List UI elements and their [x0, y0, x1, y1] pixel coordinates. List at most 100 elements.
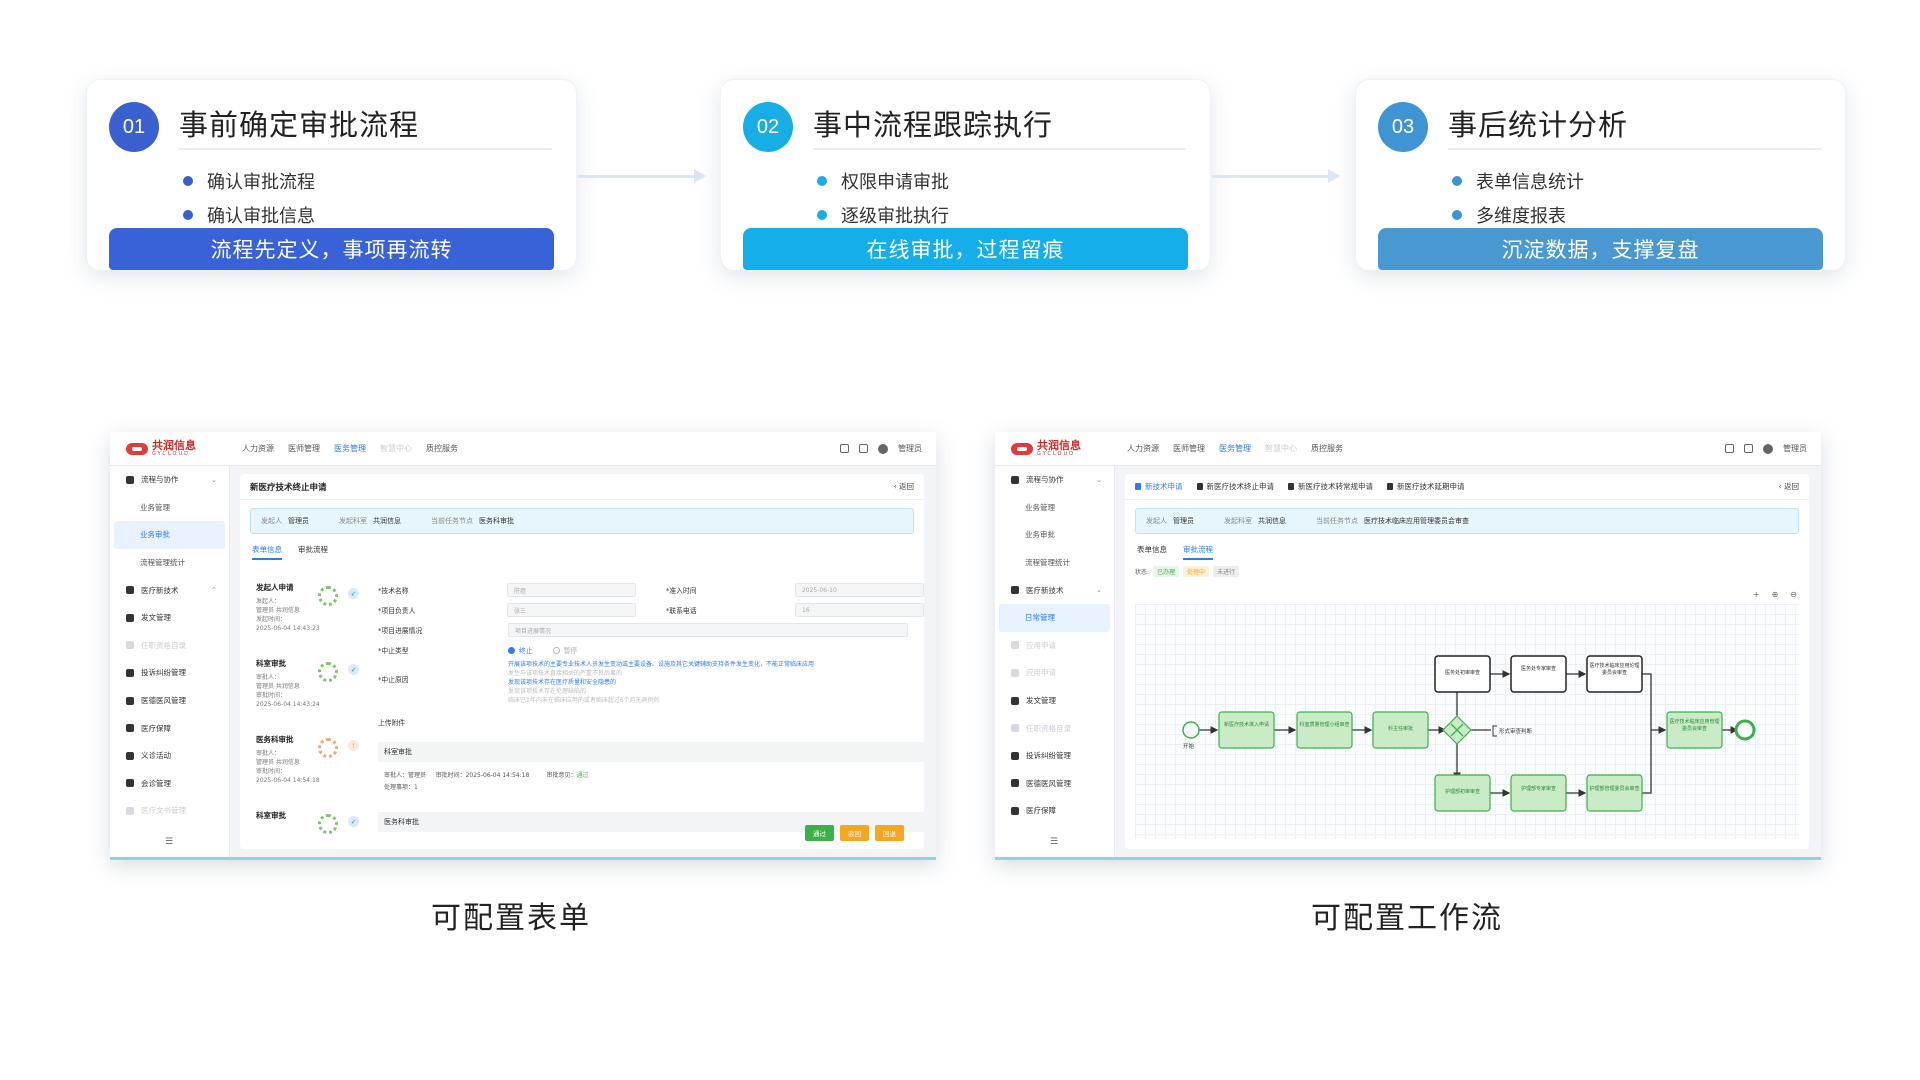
flow-node[interactable]: 新医疗技术准入申请 — [1221, 722, 1272, 729]
zoom-out-icon[interactable]: ⊖ — [1790, 590, 1797, 599]
nav-tab-smart[interactable]: 智慧中心 — [1265, 443, 1297, 454]
nav-tab-qc[interactable]: 质控服务 — [1311, 443, 1343, 454]
tab-terminate[interactable]: 新医疗技术终止申请 — [1196, 481, 1274, 492]
tab-extend[interactable]: 新医疗技术延期申请 — [1387, 481, 1465, 492]
sidebar-item[interactable]: 日常管理 — [999, 603, 1110, 632]
progress-field[interactable]: 项目进展情况 — [508, 623, 908, 637]
collapse-icon[interactable]: ☰ — [1050, 837, 1058, 847]
sidebar-item[interactable]: 投诉纠纷管理 — [995, 742, 1114, 770]
menu-icon — [1011, 668, 1019, 677]
tab-approval-flow[interactable]: 审批流程 — [1183, 544, 1213, 560]
sidebar-item[interactable]: 应用申请 — [995, 659, 1114, 687]
nav-tab-physician[interactable]: 医师管理 — [288, 443, 320, 454]
sidebar-item[interactable]: 医疗新技术 ⌃ — [110, 576, 229, 604]
collapse-icon[interactable]: ☰ — [165, 837, 173, 847]
flow-node[interactable]: 医务处专家审查 — [1513, 666, 1564, 673]
reject-button[interactable]: 驳回 — [840, 825, 869, 841]
step-title: 事前确定审批流程 — [179, 108, 420, 142]
sidebar-item[interactable]: 应用申请 — [995, 632, 1114, 660]
sidebar-item[interactable]: 义诊活动 — [110, 742, 229, 770]
grid-icon[interactable] — [1725, 444, 1734, 453]
sidebar-item[interactable]: 医德医风管理 — [110, 687, 229, 715]
nav-tab-medical[interactable]: 医务管理 — [334, 443, 366, 454]
menu-icon — [1011, 586, 1019, 595]
sidebar-item[interactable]: 发文管理 — [110, 604, 229, 632]
nav-tab-hr[interactable]: 人力资源 — [242, 443, 274, 454]
flow-node[interactable]: 护理部管理委员会审查 — [1589, 786, 1640, 793]
bullet-item: 多维度报表 — [1452, 198, 1584, 232]
grid-icon[interactable] — [840, 444, 849, 453]
sidebar-item[interactable]: 业务审批 — [995, 521, 1114, 549]
flow-node[interactable]: 护理部初审审查 — [1437, 789, 1488, 796]
flow-node[interactable]: 科室质量管理小组审查 — [1299, 722, 1350, 729]
reason-checkbox-list[interactable]: 开展该项技术的主要专业技术人员发生变动或主要设备、设施及其它关键辅助支持条件发生… — [508, 660, 908, 705]
entry-time-field[interactable]: 2025-06-10 — [794, 583, 925, 597]
nav-tab-smart[interactable]: 智慧中心 — [380, 443, 412, 454]
logo: 共润信息 GYCLOUD — [110, 440, 242, 457]
sidebar-item[interactable]: 医疗保障 — [995, 797, 1114, 825]
tab-form-info[interactable]: 表单信息 — [252, 544, 282, 560]
sidebar-item[interactable]: 发文管理 — [995, 687, 1114, 715]
sidebar-item[interactable]: 流程管理统计 — [995, 549, 1114, 577]
tech-name-field[interactable]: 肝癌 — [507, 583, 637, 597]
owner-field[interactable]: 张三 — [507, 603, 637, 617]
tab-to-routine[interactable]: 新医疗技术转常规申请 — [1288, 481, 1373, 492]
attach-label[interactable]: 上传附件 — [378, 717, 508, 727]
flow-node[interactable]: 医疗技术临床应用管理委员会审查 — [1669, 719, 1720, 733]
chevron-icon[interactable]: ⌄ — [211, 476, 217, 484]
sidebar-item[interactable]: 会诊管理 — [110, 770, 229, 798]
status-legend: 状态: 已办理 处理中 未进行 — [1125, 560, 1809, 577]
sidebar-item[interactable]: 投诉纠纷管理 — [110, 659, 229, 687]
user-name[interactable]: 管理员 — [898, 443, 922, 454]
sidebar-item[interactable]: 流程与协作 ⌄ — [995, 466, 1114, 494]
sidebar-item[interactable]: 医疗保障 — [110, 714, 229, 742]
chevron-icon[interactable]: ⌄ — [1096, 476, 1102, 484]
status-done-chip: 已办理 — [1153, 566, 1180, 577]
add-icon[interactable]: + — [1753, 590, 1760, 599]
sidebar-item[interactable]: 医疗新技术 ⌄ — [995, 576, 1114, 604]
sidebar-item[interactable]: 业务管理 — [995, 494, 1114, 522]
sidebar-item[interactable]: 任职资格目录 — [110, 632, 229, 660]
back-button[interactable]: ‹ 返回 — [894, 481, 914, 492]
flow-node[interactable]: 医疗技术临床应用伦理委员会审查 — [1589, 663, 1640, 677]
bullet-item: 权限申请审批 — [817, 164, 949, 198]
user-name[interactable]: 管理员 — [1783, 443, 1807, 454]
flow-node[interactable]: 护理部专家审查 — [1513, 786, 1564, 793]
sidebar-item[interactable]: 医德医风管理 — [995, 770, 1114, 798]
sidebar-item[interactable]: 医疗文书管理 — [110, 797, 229, 825]
workflow-canvas[interactable]: 开始 形式审查判断 新医疗技术准入申请 科室质量管理小组审查 科主任审批 医务处… — [1135, 604, 1799, 839]
sidebar-item[interactable]: 流程与协作 ⌄ — [110, 466, 229, 494]
tab-approval-flow[interactable]: 审批流程 — [298, 544, 328, 560]
radio-terminate[interactable]: 终止 — [508, 645, 533, 655]
top-bar: 共润信息 GYCLOUD 人力资源 医师管理 医务管理 智慧中心 质控服务 管理员 — [995, 432, 1821, 466]
nav-tab-physician[interactable]: 医师管理 — [1173, 443, 1205, 454]
menu-icon — [126, 668, 134, 677]
avatar[interactable] — [878, 443, 888, 454]
speaker-icon[interactable] — [1744, 444, 1753, 453]
flow-node[interactable]: 医务处初审审查 — [1437, 670, 1488, 677]
approve-button[interactable]: 通过 — [805, 825, 834, 841]
zoom-in-icon[interactable]: ⊕ — [1772, 590, 1779, 599]
chevron-icon[interactable]: ⌄ — [1096, 586, 1102, 594]
rollback-button[interactable]: 回退 — [875, 825, 904, 841]
radio-pause[interactable]: 暂停 — [552, 645, 577, 655]
chevron-icon[interactable]: ⌃ — [211, 586, 217, 594]
sidebar-item[interactable]: 任职资格目录 — [995, 714, 1114, 742]
bullet-dot-icon — [183, 176, 193, 186]
phone-field[interactable]: 16 — [794, 603, 925, 617]
sidebar-item-label: 任职资格目录 — [141, 640, 186, 650]
flow-node[interactable]: 科主任审批 — [1375, 726, 1426, 733]
nav-tab-hr[interactable]: 人力资源 — [1127, 443, 1159, 454]
tab-new-tech[interactable]: 新技术申请 — [1135, 481, 1183, 492]
sidebar-item[interactable]: 业务审批 — [114, 521, 225, 549]
nav-tab-medical[interactable]: 医务管理 — [1219, 443, 1251, 454]
seal-icon — [318, 814, 338, 834]
nav-tab-qc[interactable]: 质控服务 — [426, 443, 458, 454]
back-button[interactable]: ‹ 返回 — [1779, 481, 1799, 492]
avatar[interactable] — [1763, 443, 1773, 454]
tab-form-info[interactable]: 表单信息 — [1137, 544, 1167, 560]
speaker-icon[interactable] — [859, 444, 868, 453]
sidebar-item[interactable]: 流程管理统计 — [110, 549, 229, 577]
sidebar-item[interactable]: 业务管理 — [110, 494, 229, 522]
arrow-connector — [1212, 169, 1340, 183]
